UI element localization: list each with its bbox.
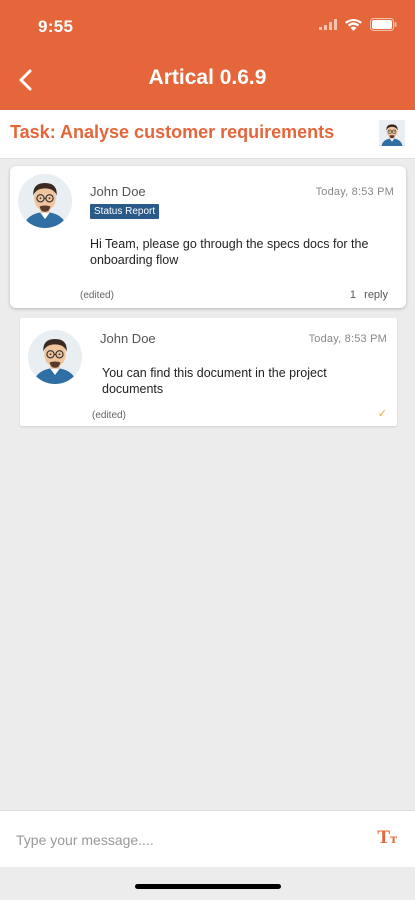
message-text: You can find this document in the projec… [102, 366, 327, 396]
message-input[interactable] [14, 823, 358, 857]
message-timestamp: Today, 8:53 PM [308, 333, 387, 345]
reply-count: 1 [349, 289, 356, 301]
status-badge: Status Report [90, 204, 160, 219]
app-header: 9:55 Artical 0.6.9 [0, 0, 415, 110]
page-title: Artical 0.6.9 [148, 66, 267, 89]
avatar [28, 330, 82, 384]
avatar [18, 174, 72, 228]
wifi-icon [345, 18, 362, 31]
text-format-icon: T [377, 827, 391, 848]
reply-button[interactable]: reply [364, 289, 388, 301]
message-text: Hi Team, please go through the specs doc… [90, 237, 369, 267]
home-indicator [135, 884, 281, 889]
cellular-signal-icon [319, 19, 337, 30]
task-assignee-avatar[interactable] [379, 119, 405, 147]
message-composer: Tт [0, 810, 415, 867]
message-timestamp: Today, 8:53 PM [315, 186, 394, 198]
status-time: 9:55 [38, 17, 74, 36]
edited-label: (edited) [92, 410, 126, 421]
message-author: John Doe [100, 331, 156, 346]
status-icons [319, 18, 397, 31]
task-bar: Task: Analyse customer requirements [0, 110, 415, 159]
task-title: Task: Analyse customer requirements [10, 122, 335, 142]
message-card[interactable]: John Doe Today, 8:53 PM Status Report Hi… [10, 166, 406, 308]
check-icon: ✓ [377, 408, 387, 420]
reply-message-card[interactable]: John Doe Today, 8:53 PM You can find thi… [20, 318, 397, 426]
text-format-button[interactable]: Tт [377, 828, 397, 847]
message-author: John Doe [90, 184, 146, 199]
edited-label: (edited) [80, 290, 114, 301]
battery-icon [370, 18, 397, 31]
